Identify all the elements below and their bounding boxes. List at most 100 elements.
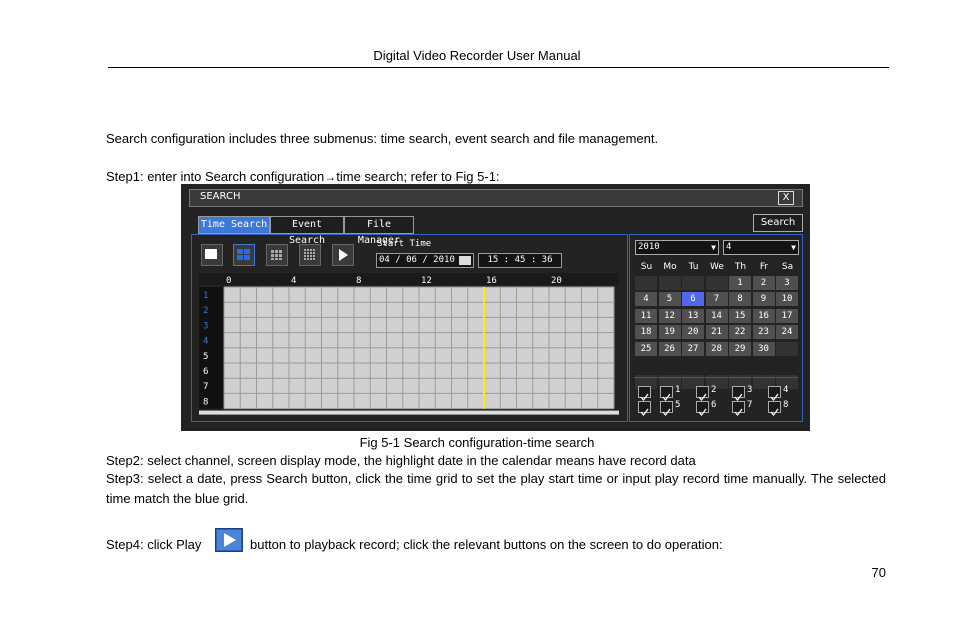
hour-label: 16 <box>486 276 497 286</box>
tab-time-search[interactable]: Time Search <box>198 216 270 234</box>
calendar-day[interactable]: 11 <box>635 308 657 323</box>
channel-checkbox[interactable] <box>660 386 673 402</box>
search-window: SEARCH X Time Search Event Search File M… <box>181 184 810 431</box>
step4-text-b: button to playback record; click the rel… <box>250 537 723 552</box>
step1-text-a: Step1: enter into Search configuration <box>106 169 325 184</box>
intro-paragraph: Search configuration includes three subm… <box>106 131 659 146</box>
calendar-day[interactable]: 19 <box>658 325 681 339</box>
channel-checkbox[interactable] <box>768 401 781 417</box>
page-header: Digital Video Recorder User Manual <box>373 48 581 63</box>
hour-label: 12 <box>421 276 432 286</box>
calendar-day[interactable]: 20 <box>682 325 704 339</box>
time-value: 15 : 45 : 36 <box>487 255 553 265</box>
calendar-blank <box>776 341 798 356</box>
step1-text-b: time search; refer to Fig 5-1: <box>336 169 500 184</box>
page-number: 70 <box>871 565 886 580</box>
quad-screen-icon <box>237 249 250 260</box>
weekday-label: Fr <box>759 262 769 272</box>
calendar-day[interactable]: 2 <box>752 275 775 290</box>
channel-checkbox-all[interactable] <box>638 401 651 417</box>
channel-checkbox-all[interactable] <box>638 386 651 402</box>
calendar-divider <box>634 377 798 378</box>
nine-screen-button[interactable] <box>266 244 288 266</box>
calendar-panel: 2010 ▼ 4 ▼ Su Mo Tu We Th Fr Sa 1 2 3 4 5 6 7 8 9 10 11 12… <box>629 234 803 422</box>
calendar-day[interactable]: 8 <box>729 292 751 306</box>
chevron-down-icon: ▼ <box>791 243 796 252</box>
step4-text-a: Step4: click Play <box>106 537 202 552</box>
channel-label: 5 <box>203 352 208 362</box>
calendar-day[interactable]: 30 <box>752 341 775 356</box>
calendar-day[interactable]: 12 <box>658 308 681 323</box>
play-icon <box>339 249 348 261</box>
tab-event-search[interactable]: Event Search <box>270 216 344 246</box>
calendar-day[interactable]: 17 <box>776 308 798 323</box>
hour-label: 20 <box>551 276 562 286</box>
calendar-day[interactable]: 15 <box>729 308 751 323</box>
calendar-blank <box>635 275 657 290</box>
check-icon <box>734 408 743 417</box>
calendar-day[interactable]: 25 <box>635 341 657 356</box>
calendar-day[interactable]: 3 <box>776 275 798 290</box>
channel-checkbox[interactable] <box>696 386 709 402</box>
date-field[interactable]: 04 / 06 / 2010 <box>376 253 474 268</box>
hour-label: 0 <box>226 276 231 286</box>
single-screen-icon <box>205 249 217 259</box>
calendar-day[interactable]: 22 <box>729 325 751 339</box>
calendar-day[interactable]: 6 <box>682 292 704 306</box>
channel-checkbox-label: 7 <box>747 400 753 410</box>
channel-checkbox[interactable] <box>768 386 781 402</box>
year-value: 2010 <box>638 242 660 252</box>
calendar-day[interactable]: 29 <box>729 341 751 356</box>
calendar-day[interactable]: 27 <box>682 341 704 356</box>
weekday-label: Sa <box>781 262 794 272</box>
channel-checkbox-label: 5 <box>675 400 681 410</box>
weekday-label: Su <box>640 262 653 272</box>
check-icon <box>698 408 707 417</box>
calendar-day[interactable]: 1 <box>729 275 751 290</box>
calendar-icon[interactable] <box>459 256 471 265</box>
calendar-day[interactable]: 28 <box>705 341 728 356</box>
weekday-label: Tu <box>688 262 699 272</box>
calendar-day[interactable]: 23 <box>752 325 775 339</box>
calendar-day[interactable]: 7 <box>705 292 728 306</box>
check-icon <box>770 408 779 417</box>
quad-screen-button[interactable] <box>233 244 255 266</box>
calendar-day[interactable]: 13 <box>682 308 704 323</box>
play-button[interactable] <box>332 244 354 266</box>
calendar-day[interactable]: 4 <box>635 292 657 306</box>
sixteen-screen-button[interactable] <box>299 244 321 266</box>
channel-checkbox[interactable] <box>732 401 745 417</box>
calendar-day[interactable]: 9 <box>752 292 775 306</box>
calendar-day[interactable]: 10 <box>776 292 798 306</box>
month-value: 4 <box>726 242 732 252</box>
weekday-label: Th <box>734 262 747 272</box>
calendar-day[interactable]: 5 <box>658 292 681 306</box>
check-icon <box>640 408 649 417</box>
figure-caption: Fig 5-1 Search configuration-time search <box>359 435 595 450</box>
time-field[interactable]: 15 : 45 : 36 <box>478 253 562 268</box>
channel-checkbox[interactable] <box>696 401 709 417</box>
channel-checkbox[interactable] <box>660 401 673 417</box>
search-button[interactable]: Search <box>753 214 803 232</box>
time-search-panel: Start Time 04 / 06 / 2010 15 : 45 : 36 0… <box>191 234 628 422</box>
step2-paragraph: Step2: select channel, screen display mo… <box>106 453 696 468</box>
calendar-day[interactable]: 18 <box>635 325 657 339</box>
channel-label: 3 <box>203 321 208 331</box>
calendar-day[interactable]: 14 <box>705 308 728 323</box>
calendar-blank <box>705 275 728 290</box>
calendar-day[interactable]: 24 <box>776 325 798 339</box>
calendar-day[interactable]: 16 <box>752 308 775 323</box>
channel-label: 2 <box>203 306 208 316</box>
time-grid[interactable]: 0 4 8 12 16 2012345678 <box>199 273 619 415</box>
channel-checkbox[interactable] <box>732 386 745 402</box>
tab-file-manager[interactable]: File Manager <box>344 216 414 246</box>
channel-checkbox-label: 8 <box>783 400 789 410</box>
single-screen-button[interactable] <box>201 244 223 266</box>
year-select[interactable]: 2010 ▼ <box>635 240 719 255</box>
nine-screen-icon <box>271 250 282 260</box>
calendar-day[interactable]: 26 <box>658 341 681 356</box>
weekday-label: Mo <box>663 262 677 272</box>
close-button[interactable]: X <box>778 191 794 205</box>
calendar-day[interactable]: 21 <box>705 325 728 339</box>
month-select[interactable]: 4 ▼ <box>723 240 799 255</box>
